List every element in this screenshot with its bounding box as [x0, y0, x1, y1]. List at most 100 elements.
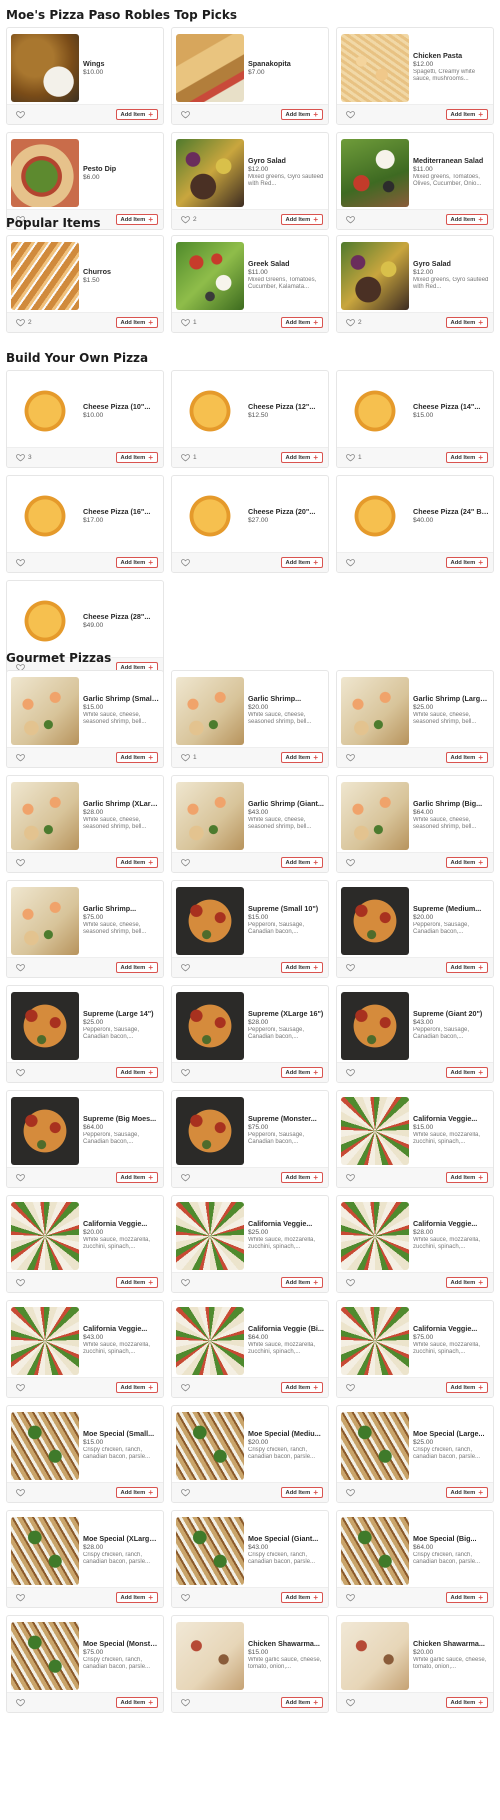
menu-item-card[interactable]: Supreme (Large 14") $25.00 Pepperoni, Saus… — [6, 985, 164, 1083]
menu-item-card[interactable]: Cheese Pizza (12"... $12.50 1 Add Item + — [171, 370, 329, 468]
menu-item-photo[interactable] — [176, 139, 244, 207]
like-button[interactable] — [346, 963, 358, 972]
like-button[interactable] — [346, 558, 358, 567]
like-button[interactable]: 1 — [346, 453, 362, 462]
like-button[interactable]: 1 — [181, 318, 197, 327]
menu-item-card[interactable]: Churros $1.50 2 Add Item + — [6, 235, 164, 333]
menu-item-photo[interactable] — [11, 377, 79, 445]
menu-item-photo[interactable] — [176, 34, 244, 102]
menu-item-photo[interactable] — [176, 1307, 244, 1375]
add-item-button[interactable]: Add Item + — [115, 1067, 158, 1078]
like-button[interactable] — [346, 1278, 358, 1287]
menu-item-card[interactable]: Garlic Shrimp... $75.00 White sauce, chees… — [6, 880, 164, 978]
menu-item-photo[interactable] — [11, 1307, 79, 1375]
menu-item-card[interactable]: Gyro Salad $12.00 Mixed greens, Gyro saute… — [171, 132, 329, 230]
menu-item-card[interactable]: California Veggie... $28.00 White sauce, m… — [336, 1195, 494, 1293]
add-item-button[interactable]: Add Item + — [280, 1277, 323, 1288]
add-item-button[interactable]: Add Item + — [445, 857, 488, 868]
add-item-button[interactable]: Add Item + — [280, 214, 323, 225]
like-button[interactable] — [181, 1278, 193, 1287]
add-item-button[interactable]: Add Item + — [115, 857, 158, 868]
menu-item-card[interactable]: Garlic Shrimp (Small... $15.00 White sauce… — [6, 670, 164, 768]
menu-item-card[interactable]: Wings $10.00 Add Item + — [6, 27, 164, 125]
menu-item-card[interactable]: California Veggie (Bi... $64.00 White sauc… — [171, 1300, 329, 1398]
add-item-button[interactable]: Add Item + — [280, 857, 323, 868]
add-item-button[interactable]: Add Item + — [280, 557, 323, 568]
like-button[interactable] — [16, 558, 28, 567]
menu-item-photo[interactable] — [176, 1097, 244, 1165]
add-item-button[interactable]: Add Item + — [280, 109, 323, 120]
menu-item-photo[interactable] — [11, 782, 79, 850]
menu-item-card[interactable]: Cheese Pizza (10"... $10.00 3 Add Item + — [6, 370, 164, 468]
like-button[interactable]: 1 — [181, 753, 197, 762]
menu-item-photo[interactable] — [341, 1202, 409, 1270]
menu-item-photo[interactable] — [341, 1097, 409, 1165]
menu-item-card[interactable]: Supreme (Small 10") $15.00 Pepperoni, Saus… — [171, 880, 329, 978]
like-button[interactable] — [181, 1593, 193, 1602]
menu-item-card[interactable]: Chicken Shawarma... $15.00 White garlic sa… — [171, 1615, 329, 1713]
menu-item-card[interactable]: Chicken Shawarma... $20.00 White garlic sa… — [336, 1615, 494, 1713]
add-item-button[interactable]: Add Item + — [280, 1172, 323, 1183]
menu-item-photo[interactable] — [11, 482, 79, 550]
add-item-button[interactable]: Add Item + — [115, 557, 158, 568]
menu-item-photo[interactable] — [176, 1412, 244, 1480]
menu-item-photo[interactable] — [341, 482, 409, 550]
menu-item-card[interactable]: California Veggie... $20.00 White sauce, m… — [6, 1195, 164, 1293]
menu-item-card[interactable]: Cheese Pizza (16"... $17.00 Add Item + — [6, 475, 164, 573]
add-item-button[interactable]: Add Item + — [445, 452, 488, 463]
like-button[interactable] — [181, 1068, 193, 1077]
menu-item-photo[interactable] — [341, 677, 409, 745]
menu-item-card[interactable]: Supreme (XLarge 16") $28.00 Pepperoni, Sau… — [171, 985, 329, 1083]
menu-item-card[interactable]: California Veggie... $25.00 White sauce, m… — [171, 1195, 329, 1293]
like-button[interactable] — [16, 1383, 28, 1392]
menu-item-photo[interactable] — [341, 1517, 409, 1585]
add-item-button[interactable]: Add Item + — [445, 1697, 488, 1708]
like-button[interactable] — [181, 558, 193, 567]
add-item-button[interactable]: Add Item + — [445, 1172, 488, 1183]
like-button[interactable]: 3 — [16, 453, 32, 462]
like-button[interactable] — [181, 110, 193, 119]
menu-item-photo[interactable] — [341, 1622, 409, 1690]
add-item-button[interactable]: Add Item + — [280, 317, 323, 328]
like-button[interactable] — [346, 1488, 358, 1497]
menu-item-card[interactable]: Chicken Pasta $12.00 Spagetti, Creamy whit… — [336, 27, 494, 125]
add-item-button[interactable]: Add Item + — [280, 452, 323, 463]
menu-item-card[interactable]: Moe Special (XLarge... $28.00 Crispy chick… — [6, 1510, 164, 1608]
menu-item-photo[interactable] — [176, 1517, 244, 1585]
like-button[interactable] — [346, 1698, 358, 1707]
menu-item-card[interactable]: California Veggie... $43.00 White sauce, m… — [6, 1300, 164, 1398]
add-item-button[interactable]: Add Item + — [445, 109, 488, 120]
menu-item-card[interactable]: Greek Salad $11.00 Mixed Greens, Tomatoes,… — [171, 235, 329, 333]
add-item-button[interactable]: Add Item + — [115, 1592, 158, 1603]
add-item-button[interactable]: Add Item + — [115, 1382, 158, 1393]
menu-item-photo[interactable] — [11, 34, 79, 102]
add-item-button[interactable]: Add Item + — [115, 1487, 158, 1498]
menu-item-photo[interactable] — [341, 782, 409, 850]
add-item-button[interactable]: Add Item + — [115, 752, 158, 763]
add-item-button[interactable]: Add Item + — [445, 962, 488, 973]
add-item-button[interactable]: Add Item + — [445, 1382, 488, 1393]
add-item-button[interactable]: Add Item + — [280, 1487, 323, 1498]
menu-item-card[interactable]: Moe Special (Big... $64.00 Crispy chicken,… — [336, 1510, 494, 1608]
menu-item-card[interactable]: Garlic Shrimp (Big... $64.00 White sauce, … — [336, 775, 494, 873]
menu-item-photo[interactable] — [341, 1307, 409, 1375]
menu-item-photo[interactable] — [11, 677, 79, 745]
menu-item-photo[interactable] — [11, 242, 79, 310]
add-item-button[interactable]: Add Item + — [115, 452, 158, 463]
add-item-button[interactable]: Add Item + — [445, 557, 488, 568]
like-button[interactable] — [346, 1173, 358, 1182]
menu-item-card[interactable]: Supreme (Giant 20") $43.00 Pepperoni, Saus… — [336, 985, 494, 1083]
menu-item-photo[interactable] — [176, 677, 244, 745]
add-item-button[interactable]: Add Item + — [280, 1592, 323, 1603]
like-button[interactable]: 2 — [181, 215, 197, 224]
menu-item-card[interactable]: Gyro Salad $12.00 Mixed greens, Gyro saute… — [336, 235, 494, 333]
menu-item-card[interactable]: Cheese Pizza (20"... $27.00 Add Item + — [171, 475, 329, 573]
like-button[interactable] — [16, 1068, 28, 1077]
like-button[interactable] — [16, 1278, 28, 1287]
like-button[interactable] — [181, 1698, 193, 1707]
menu-item-card[interactable]: Garlic Shrimp... $20.00 White sauce, chees… — [171, 670, 329, 768]
add-item-button[interactable]: Add Item + — [280, 1067, 323, 1078]
menu-item-card[interactable]: Supreme (Big Moes... $64.00 Pepperoni, Sau… — [6, 1090, 164, 1188]
add-item-button[interactable]: Add Item + — [445, 1067, 488, 1078]
menu-item-card[interactable]: Supreme (Medium... $20.00 Pepperoni, Sausa… — [336, 880, 494, 978]
